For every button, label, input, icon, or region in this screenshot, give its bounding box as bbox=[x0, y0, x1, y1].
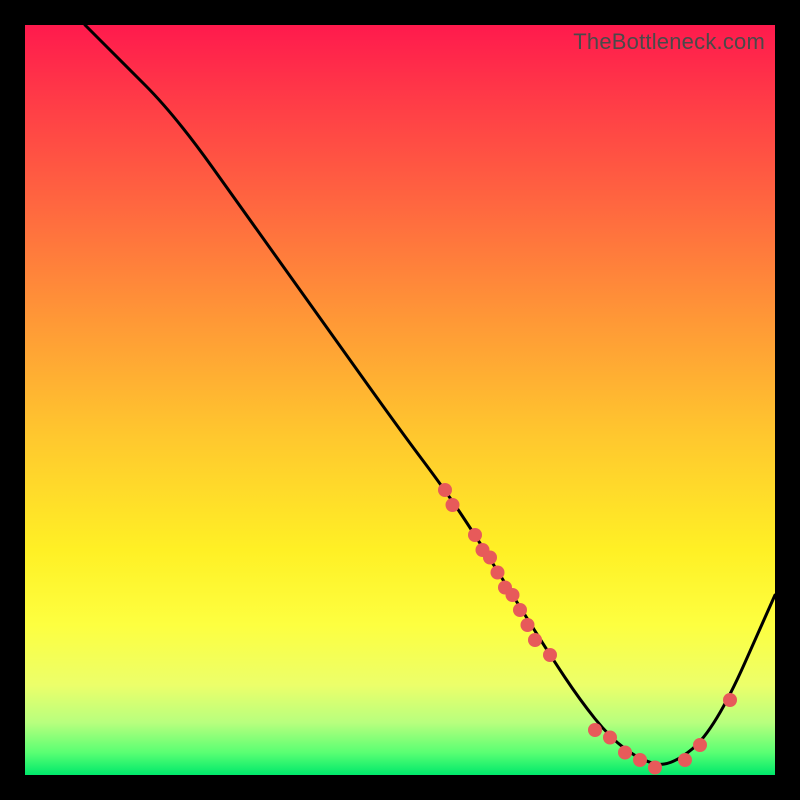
scatter-dot bbox=[648, 761, 662, 775]
scatter-dot bbox=[446, 498, 460, 512]
scatter-dot bbox=[506, 588, 520, 602]
chart-svg bbox=[25, 25, 775, 775]
scatter-dot bbox=[438, 483, 452, 497]
scatter-dot bbox=[483, 551, 497, 565]
scatter-dot bbox=[491, 566, 505, 580]
scatter-dot bbox=[693, 738, 707, 752]
curve-line bbox=[85, 25, 775, 764]
scatter-dot bbox=[543, 648, 557, 662]
scatter-dot bbox=[603, 731, 617, 745]
scatter-dot bbox=[528, 633, 542, 647]
scatter-dot bbox=[678, 753, 692, 767]
scatter-dot bbox=[633, 753, 647, 767]
scatter-dot bbox=[513, 603, 527, 617]
plot-area: TheBottleneck.com bbox=[25, 25, 775, 775]
scatter-dot bbox=[468, 528, 482, 542]
scatter-dot bbox=[723, 693, 737, 707]
scatter-dot bbox=[588, 723, 602, 737]
scatter-dot bbox=[618, 746, 632, 760]
scatter-dots bbox=[438, 483, 737, 775]
scatter-dot bbox=[521, 618, 535, 632]
